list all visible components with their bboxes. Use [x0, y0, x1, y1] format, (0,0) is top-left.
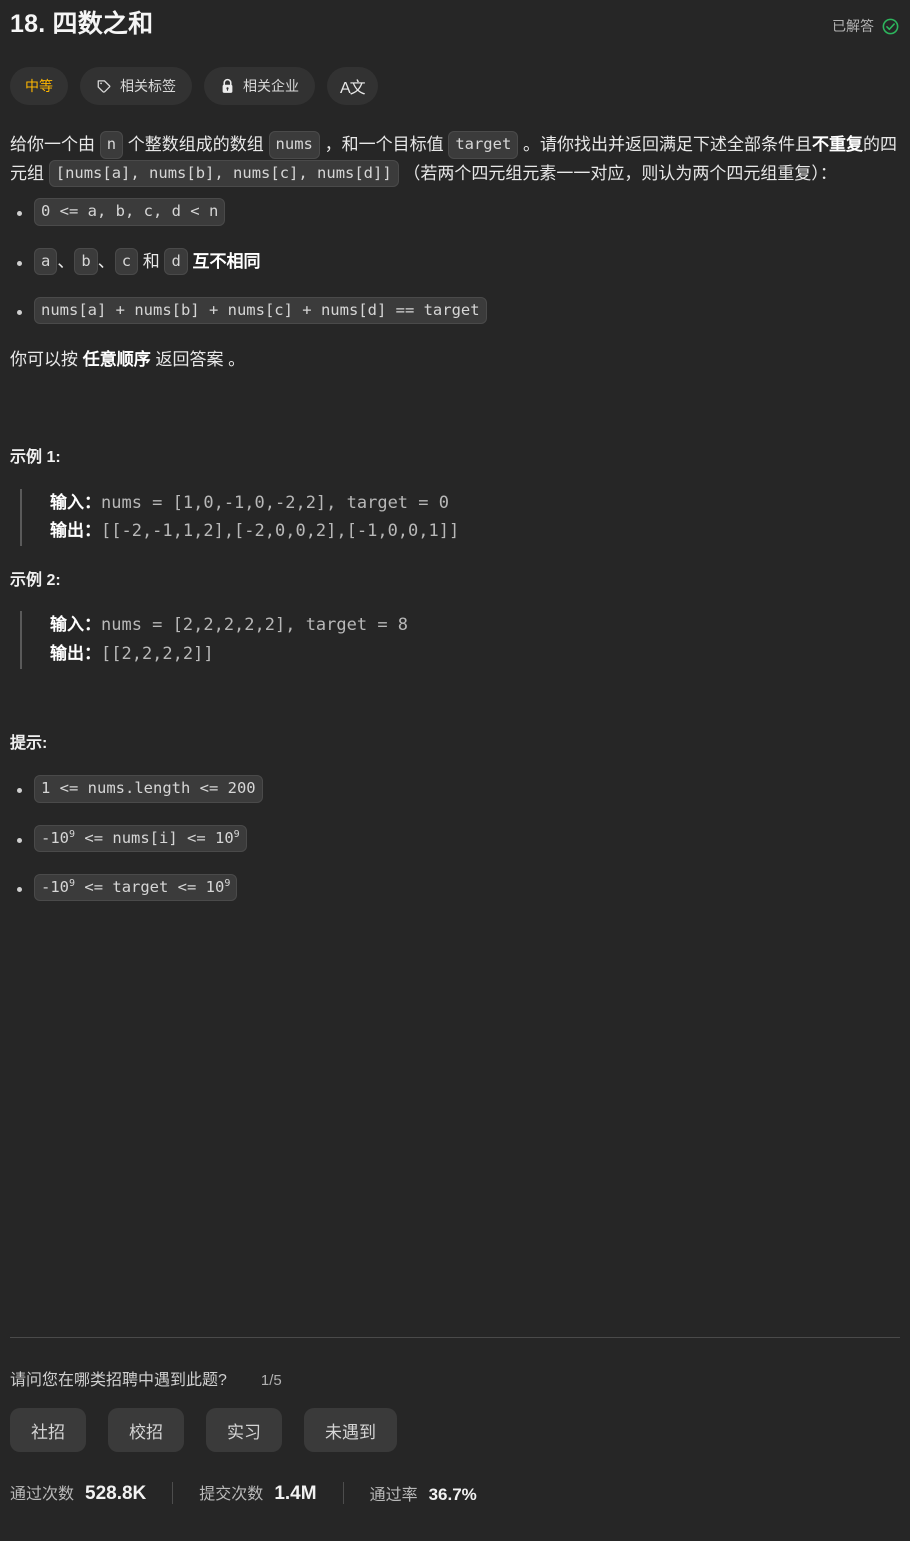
survey-question: 请问您在哪类招聘中遇到此题?	[10, 1372, 227, 1389]
list-item: -109 <= nums[i] <= 109	[17, 824, 900, 852]
related-companies-button[interactable]: 相关企业	[204, 67, 315, 106]
survey-option-weiyudao[interactable]: 未遇到	[304, 1408, 397, 1452]
example-2-input: 输入：nums = [2,2,2,2,2], target = 8	[50, 611, 900, 640]
survey-options: 社招 校招 实习 未遇到	[10, 1408, 900, 1452]
footer-divider	[10, 1337, 900, 1338]
example-2-output-value: [[2,2,2,2]]	[101, 643, 214, 664]
list-item: -109 <= target <= 109	[17, 873, 900, 902]
problem-description-page: 18. 四数之和 已解答 中等 相关标签 相关企业 A文 给你一个由 n 个整数…	[0, 0, 910, 1541]
hint-code-1: 1 <= nums.length <= 200	[34, 775, 263, 803]
any-order-paragraph: 你可以按 任意顺序 返回答案 。	[10, 346, 900, 375]
example-2-block: 输入：nums = [2,2,2,2,2], target = 8 输出：[[2…	[20, 611, 900, 669]
any-order-bold: 任意顺序	[82, 350, 151, 370]
conditions-list: 0 <= a, b, c, d < n a、 b、 c 和 d 互不相同 nums[…	[10, 198, 900, 325]
code-chip-target: target	[448, 131, 519, 159]
related-tags-button[interactable]: 相关标签	[80, 67, 192, 106]
condition-sep-1: 、	[57, 251, 75, 271]
list-item: 0 <= a, b, c, d < n	[17, 198, 900, 226]
any-order-suffix: 返回答案 。	[150, 350, 246, 370]
condition-code-3: nums[a] + nums[b] + nums[c] + nums[d] ==…	[34, 296, 487, 325]
example-1-output-value: [[-2,-1,1,2],[-2,0,0,2],[-1,0,0,1]]	[101, 521, 460, 542]
stat-acceptance-value: 36.7%	[428, 1484, 477, 1504]
survey: 请问您在哪类招聘中遇到此题? 1/5 社招 校招 实习 未遇到	[10, 1366, 900, 1452]
stat-separator	[342, 1481, 344, 1504]
difficulty-label: 中等	[25, 78, 53, 95]
problem-content: 给你一个由 n 个整数组成的数组 nums ，和一个目标值 target 。请你…	[10, 131, 900, 902]
meta-pill-row: 中等 相关标签 相关企业 A文	[10, 67, 900, 106]
example-1-output: 输出：[[-2,-1,1,2],[-2,0,0,2],[-1,0,0,1]]	[50, 517, 900, 546]
translate-icon: A文	[340, 80, 366, 98]
stat-acceptance-rate: 通过率 36.7%	[370, 1481, 477, 1505]
header: 18. 四数之和 已解答	[10, 0, 900, 42]
hint-code-3: -109 <= target <= 109	[34, 873, 238, 902]
desc-text-1: 给你一个由	[10, 135, 100, 155]
check-circle-icon	[881, 17, 900, 36]
example-1-output-label: 输出：	[50, 521, 101, 541]
code-chip-n: n	[99, 131, 124, 159]
survey-question-row: 请问您在哪类招聘中遇到此题? 1/5	[10, 1366, 900, 1390]
survey-option-xiaozhao[interactable]: 校招	[108, 1408, 184, 1452]
desc-text-3: ，和一个目标值	[319, 135, 449, 155]
condition-code-1: 0 <= a, b, c, d < n	[34, 198, 226, 226]
code-chip-nums: nums	[268, 131, 320, 159]
condition-code-d: d	[164, 247, 188, 275]
condition-code-a: a	[34, 247, 58, 275]
stat-separator	[172, 1481, 174, 1504]
survey-option-shezhao[interactable]: 社招	[10, 1408, 86, 1452]
example-2-title: 示例 2:	[10, 571, 61, 589]
stat-submissions: 提交次数 1.4M	[199, 1480, 316, 1505]
condition-distinct-label: 互不相同	[187, 251, 261, 271]
difficulty-badge[interactable]: 中等	[10, 67, 68, 106]
stat-accepted: 通过次数 528.8K	[10, 1480, 146, 1505]
desc-text-2: 个整数组成的数组	[123, 135, 269, 155]
page-title: 18. 四数之和	[10, 10, 154, 38]
example-1-input-value: nums = [1,0,-1,0,-2,2], target = 0	[101, 492, 449, 513]
stat-submissions-label: 提交次数	[199, 1486, 264, 1503]
hints-title: 提示:	[10, 734, 48, 752]
desc-text-4: 。请你找出并返回满足下述全部条件且	[518, 135, 813, 155]
stats-bar: 通过次数 528.8K 提交次数 1.4M 通过率 36.7%	[10, 1480, 900, 1505]
hints-list: 1 <= nums.length <= 200 -109 <= nums[i] …	[10, 775, 900, 902]
survey-option-shixi[interactable]: 实习	[206, 1408, 282, 1452]
status-badge: 已解答	[832, 16, 900, 36]
example-1-input-label: 输入：	[50, 492, 101, 512]
list-item: a、 b、 c 和 d 互不相同	[17, 247, 900, 275]
status-label: 已解答	[832, 18, 874, 34]
condition-code-c: c	[114, 247, 139, 275]
stat-submissions-value: 1.4M	[274, 1483, 317, 1504]
desc-bold-nodup: 不重复	[812, 135, 864, 155]
any-order-prefix: 你可以按	[10, 350, 83, 370]
stat-accepted-value: 528.8K	[85, 1483, 147, 1504]
hint-code-2: -109 <= nums[i] <= 109	[34, 824, 247, 852]
related-companies-label: 相关企业	[243, 78, 299, 95]
list-item: 1 <= nums.length <= 200	[17, 775, 900, 803]
desc-text-6: （若两个四元组元素一一对应，则认为两个四元组重复）：	[398, 163, 837, 183]
stat-acceptance-label: 通过率	[369, 1486, 418, 1504]
example-2-input-label: 输入：	[50, 615, 101, 635]
footer: 请问您在哪类招聘中遇到此题? 1/5 社招 校招 实习 未遇到 通过次数 528…	[10, 1337, 900, 1505]
example-2-input-value: nums = [2,2,2,2,2], target = 8	[101, 615, 409, 636]
stat-accepted-label: 通过次数	[10, 1486, 75, 1503]
example-1-input: 输入：nums = [1,0,-1,0,-2,2], target = 0	[50, 489, 900, 518]
condition-code-b: b	[74, 247, 98, 275]
tag-icon	[96, 78, 112, 94]
lock-icon	[220, 78, 235, 95]
example-2-output: 输出：[[2,2,2,2]]	[50, 640, 900, 669]
example-1-block: 输入：nums = [1,0,-1,0,-2,2], target = 0 输出…	[20, 488, 900, 546]
condition-sep-2: 、	[97, 251, 115, 271]
related-tags-label: 相关标签	[120, 78, 176, 95]
example-2-output-label: 输出：	[50, 643, 101, 663]
description-paragraph: 给你一个由 n 个整数组成的数组 nums ，和一个目标值 target 。请你…	[10, 131, 900, 188]
translate-button[interactable]: A文	[327, 67, 378, 106]
example-1-title: 示例 1:	[10, 448, 61, 466]
list-item: nums[a] + nums[b] + nums[c] + nums[d] ==…	[17, 296, 900, 325]
condition-sep-3: 和	[138, 251, 165, 271]
code-chip-quadruple: [nums[a], nums[b], nums[c], nums[d]]	[48, 159, 399, 188]
survey-counter: 1/5	[260, 1372, 282, 1389]
